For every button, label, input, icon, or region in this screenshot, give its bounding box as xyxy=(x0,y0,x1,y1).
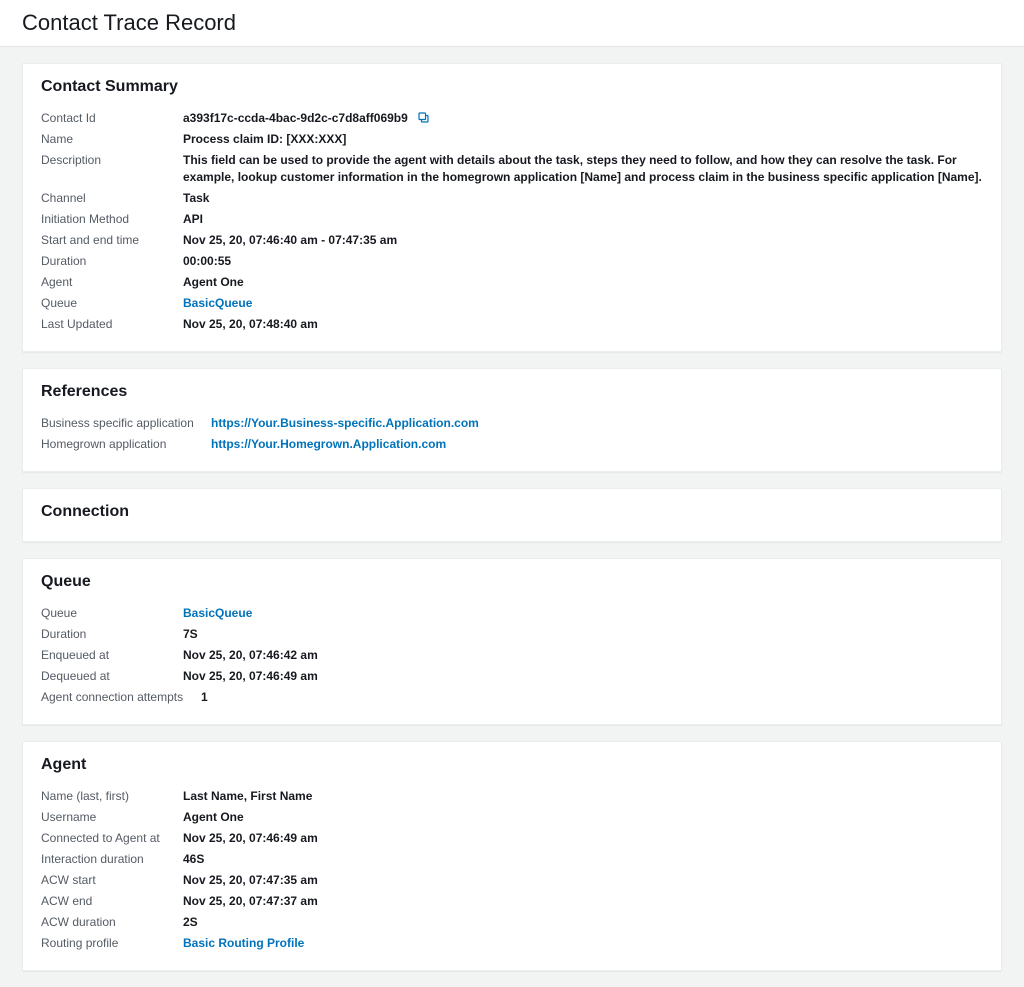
references-panel: References Business specific application… xyxy=(22,368,1002,472)
value-channel: Task xyxy=(183,190,983,207)
value-agent-connection-attempts: 1 xyxy=(201,689,983,706)
value-start-end: Nov 25, 20, 07:46:40 am - 07:47:35 am xyxy=(183,232,983,249)
label-connected-at: Connected to Agent at xyxy=(41,830,183,847)
value-duration: 00:00:55 xyxy=(183,253,983,270)
page-title: Contact Trace Record xyxy=(22,10,1002,36)
label-duration: Duration xyxy=(41,253,183,270)
row-acw-duration: ACW duration 2S xyxy=(41,912,983,933)
value-agent: Agent One xyxy=(183,274,983,291)
queue-queue-link[interactable]: BasicQueue xyxy=(183,606,252,620)
value-queue-queue: BasicQueue xyxy=(183,605,983,622)
label-start-end: Start and end time xyxy=(41,232,183,249)
contact-summary-title: Contact Summary xyxy=(41,78,983,96)
row-queue-queue: Queue BasicQueue xyxy=(41,603,983,624)
value-contact-id-text: a393f17c-ccda-4bac-9d2c-c7d8aff069b9 xyxy=(183,111,408,125)
references-title: References xyxy=(41,383,983,401)
row-homegrown-app: Homegrown application https://Your.Homeg… xyxy=(41,434,983,455)
value-acw-start: Nov 25, 20, 07:47:35 am xyxy=(183,872,983,889)
value-enqueued-at: Nov 25, 20, 07:46:42 am xyxy=(183,647,983,664)
queue-title: Queue xyxy=(41,573,983,591)
page-header: Contact Trace Record xyxy=(0,0,1024,47)
label-queue-duration: Duration xyxy=(41,626,183,643)
row-routing-profile: Routing profile Basic Routing Profile xyxy=(41,933,983,954)
value-acw-duration: 2S xyxy=(183,914,983,931)
label-queue-queue: Queue xyxy=(41,605,183,622)
value-last-updated: Nov 25, 20, 07:48:40 am xyxy=(183,316,983,333)
label-agent: Agent xyxy=(41,274,183,291)
value-queue-duration: 7S xyxy=(183,626,983,643)
row-connected-at: Connected to Agent at Nov 25, 20, 07:46:… xyxy=(41,828,983,849)
value-routing-profile: Basic Routing Profile xyxy=(183,935,983,952)
queue-link[interactable]: BasicQueue xyxy=(183,296,252,310)
label-agent-name: Name (last, first) xyxy=(41,788,183,805)
routing-profile-link[interactable]: Basic Routing Profile xyxy=(183,936,304,950)
label-enqueued-at: Enqueued at xyxy=(41,647,183,664)
row-channel: Channel Task xyxy=(41,188,983,209)
value-business-app: https://Your.Business-specific.Applicati… xyxy=(211,415,983,432)
row-initiation-method: Initiation Method API xyxy=(41,209,983,230)
value-initiation-method: API xyxy=(183,211,983,228)
label-homegrown-app: Homegrown application xyxy=(41,436,211,453)
homegrown-app-link[interactable]: https://Your.Homegrown.Application.com xyxy=(211,437,446,451)
label-channel: Channel xyxy=(41,190,183,207)
agent-title: Agent xyxy=(41,756,983,774)
value-acw-end: Nov 25, 20, 07:47:37 am xyxy=(183,893,983,910)
label-agent-connection-attempts: Agent connection attempts xyxy=(41,689,201,706)
value-agent-name: Last Name, First Name xyxy=(183,788,983,805)
label-acw-duration: ACW duration xyxy=(41,914,183,931)
value-homegrown-app: https://Your.Homegrown.Application.com xyxy=(211,436,983,453)
row-agent-connection-attempts: Agent connection attempts 1 xyxy=(41,687,983,708)
row-contact-id: Contact Id a393f17c-ccda-4bac-9d2c-c7d8a… xyxy=(41,108,983,129)
row-duration: Duration 00:00:55 xyxy=(41,251,983,272)
label-description: Description xyxy=(41,152,183,169)
row-last-updated: Last Updated Nov 25, 20, 07:48:40 am xyxy=(41,314,983,335)
row-agent-name: Name (last, first) Last Name, First Name xyxy=(41,786,983,807)
row-name: Name Process claim ID: [XXX:XXX] xyxy=(41,129,983,150)
label-queue: Queue xyxy=(41,295,183,312)
row-username: Username Agent One xyxy=(41,807,983,828)
label-initiation-method: Initiation Method xyxy=(41,211,183,228)
value-contact-id: a393f17c-ccda-4bac-9d2c-c7d8aff069b9 xyxy=(183,110,983,127)
row-dequeued-at: Dequeued at Nov 25, 20, 07:46:49 am xyxy=(41,666,983,687)
label-dequeued-at: Dequeued at xyxy=(41,668,183,685)
label-name: Name xyxy=(41,131,183,148)
row-business-app: Business specific application https://Yo… xyxy=(41,413,983,434)
label-business-app: Business specific application xyxy=(41,415,211,432)
connection-panel: Connection xyxy=(22,488,1002,542)
connection-title: Connection xyxy=(41,503,983,521)
row-queue: Queue BasicQueue xyxy=(41,293,983,314)
row-description: Description This field can be used to pr… xyxy=(41,150,983,188)
row-interaction-duration: Interaction duration 46S xyxy=(41,849,983,870)
row-start-end: Start and end time Nov 25, 20, 07:46:40 … xyxy=(41,230,983,251)
value-interaction-duration: 46S xyxy=(183,851,983,868)
label-last-updated: Last Updated xyxy=(41,316,183,333)
value-queue: BasicQueue xyxy=(183,295,983,312)
business-app-link[interactable]: https://Your.Business-specific.Applicati… xyxy=(211,416,479,430)
label-contact-id: Contact Id xyxy=(41,110,183,127)
row-acw-end: ACW end Nov 25, 20, 07:47:37 am xyxy=(41,891,983,912)
label-interaction-duration: Interaction duration xyxy=(41,851,183,868)
value-username: Agent One xyxy=(183,809,983,826)
row-agent: Agent Agent One xyxy=(41,272,983,293)
value-name: Process claim ID: [XXX:XXX] xyxy=(183,131,983,148)
queue-panel: Queue Queue BasicQueue Duration 7S Enque… xyxy=(22,558,1002,725)
page-root: Contact Trace Record Contact Summary Con… xyxy=(0,0,1024,971)
label-username: Username xyxy=(41,809,183,826)
value-description: This field can be used to provide the ag… xyxy=(183,152,983,186)
value-connected-at: Nov 25, 20, 07:46:49 am xyxy=(183,830,983,847)
row-acw-start: ACW start Nov 25, 20, 07:47:35 am xyxy=(41,870,983,891)
row-enqueued-at: Enqueued at Nov 25, 20, 07:46:42 am xyxy=(41,645,983,666)
copy-icon[interactable] xyxy=(417,111,430,124)
value-dequeued-at: Nov 25, 20, 07:46:49 am xyxy=(183,668,983,685)
row-queue-duration: Duration 7S xyxy=(41,624,983,645)
agent-panel: Agent Name (last, first) Last Name, Firs… xyxy=(22,741,1002,971)
label-acw-end: ACW end xyxy=(41,893,183,910)
contact-summary-panel: Contact Summary Contact Id a393f17c-ccda… xyxy=(22,63,1002,352)
label-routing-profile: Routing profile xyxy=(41,935,183,952)
label-acw-start: ACW start xyxy=(41,872,183,889)
